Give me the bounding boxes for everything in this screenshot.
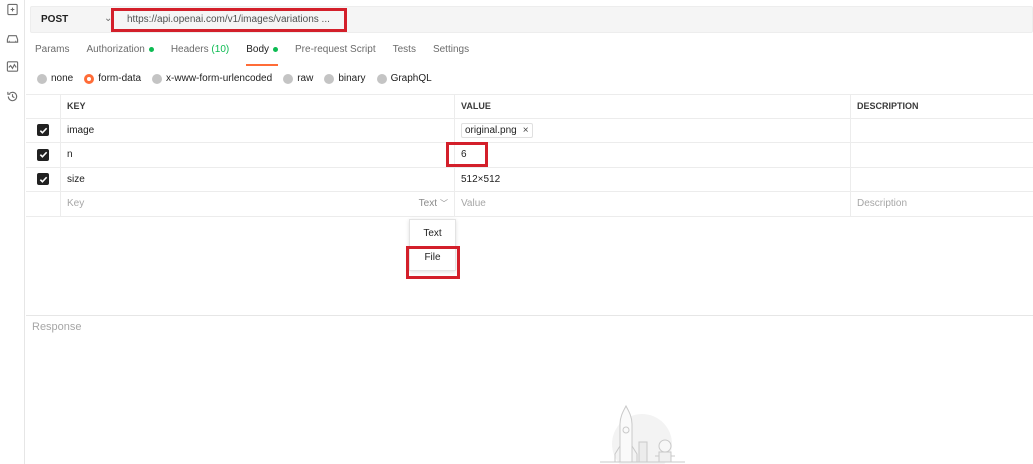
table-header: KEY VALUE DESCRIPTION	[26, 94, 1033, 119]
url-highlight-box	[111, 8, 347, 32]
value-cell[interactable]: original.png ×	[454, 118, 850, 142]
column-header-value: VALUE	[454, 95, 850, 118]
file-highlight-box	[406, 246, 460, 279]
left-sidebar	[0, 0, 25, 464]
value-cell[interactable]: 512×512	[454, 167, 850, 191]
column-header-key: KEY	[60, 95, 454, 118]
check-icon	[39, 151, 47, 159]
tab-body[interactable]: Body	[246, 44, 279, 66]
description-cell[interactable]	[850, 167, 1033, 191]
key-cell[interactable]: size	[60, 167, 454, 191]
radio-raw[interactable]: raw	[283, 73, 313, 84]
file-chip: original.png ×	[461, 122, 533, 138]
method-select[interactable]: POST	[41, 14, 68, 25]
value-cell[interactable]: 6	[454, 143, 850, 167]
menu-item-text[interactable]: Text	[410, 228, 455, 239]
rocket-astronaut-illustration	[595, 402, 690, 464]
column-header-description: DESCRIPTION	[850, 95, 1033, 118]
radio-x-www-form-urlencoded[interactable]: x-www-form-urlencoded	[152, 73, 272, 84]
description-cell[interactable]	[850, 143, 1033, 167]
environment-icon[interactable]	[5, 31, 19, 45]
key-input[interactable]: Key Text ﹀	[60, 192, 454, 216]
status-dot	[148, 46, 154, 52]
history-icon[interactable]	[5, 89, 19, 103]
table-row: size 512×512	[26, 167, 1033, 192]
tab-authorization[interactable]: Authorization	[86, 44, 154, 66]
radio-binary[interactable]: binary	[324, 73, 366, 84]
tab-settings[interactable]: Settings	[433, 44, 469, 66]
tab-params[interactable]: Params	[35, 44, 69, 66]
response-divider	[26, 315, 1033, 316]
close-icon[interactable]: ×	[523, 125, 529, 136]
radio-none[interactable]: none	[37, 73, 73, 84]
check-icon	[39, 127, 47, 134]
body-type-selector: none form-data x-www-form-urlencoded raw…	[37, 73, 443, 84]
radio-graphql[interactable]: GraphQL	[376, 73, 432, 84]
row-checkbox[interactable]	[37, 148, 49, 161]
radio-form-data[interactable]: form-data	[84, 73, 141, 84]
check-icon	[39, 176, 47, 183]
value-highlight-box	[446, 142, 488, 167]
row-checkbox[interactable]	[37, 173, 49, 186]
value-input[interactable]: Value	[454, 192, 850, 216]
table-row-new: Key Text ﹀ Value Description	[26, 192, 1033, 217]
tab-tests[interactable]: Tests	[393, 44, 416, 66]
description-cell[interactable]	[850, 118, 1033, 142]
form-data-table: KEY VALUE DESCRIPTION image original.png…	[26, 94, 1033, 217]
new-request-icon[interactable]	[5, 2, 19, 16]
key-cell[interactable]: n	[60, 143, 454, 167]
tab-headers[interactable]: Headers (10)	[171, 44, 229, 66]
table-row: image original.png ×	[26, 118, 1033, 143]
monitor-icon[interactable]	[5, 59, 19, 73]
row-checkbox[interactable]	[37, 124, 49, 137]
response-label: Response	[32, 321, 82, 333]
status-dot	[273, 46, 279, 52]
request-tabs: Params Authorization Headers (10) Body P…	[35, 44, 486, 66]
table-row: n 6	[26, 143, 1033, 168]
key-cell[interactable]: image	[60, 118, 454, 142]
type-select[interactable]: Text ﹀	[419, 192, 448, 216]
description-input[interactable]: Description	[850, 192, 1033, 216]
tab-pre-request-script[interactable]: Pre-request Script	[295, 44, 376, 66]
chevron-down-icon: ﹀	[440, 199, 448, 209]
